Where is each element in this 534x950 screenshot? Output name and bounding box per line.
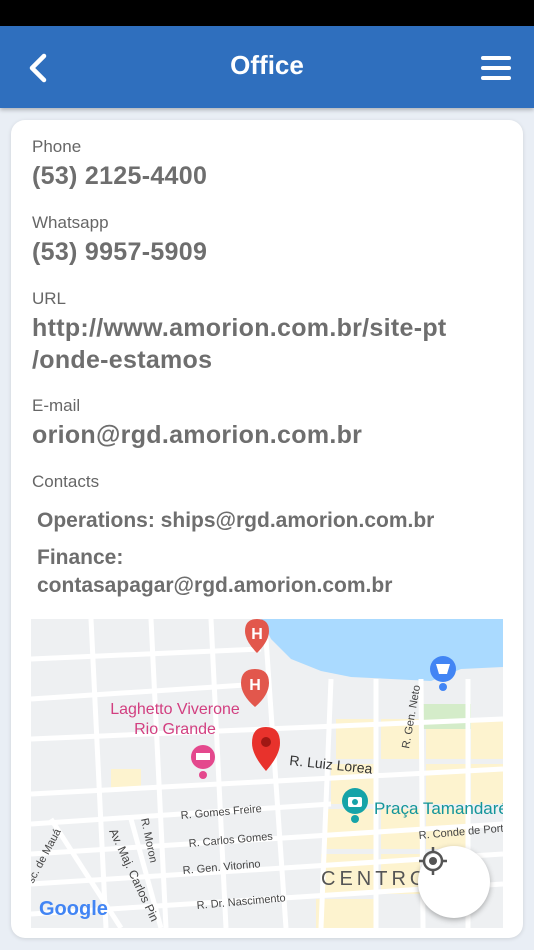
email-value[interactable]: orion@rgd.amorion.com.br bbox=[32, 419, 502, 451]
contacts-label: Contacts bbox=[32, 472, 100, 491]
office-map[interactable]: H H Laghetto Viverone Rio Grande Praça T… bbox=[31, 619, 503, 928]
google-logo: Google bbox=[39, 898, 108, 920]
poi-hotel-label-line1: Laghetto Viverone bbox=[110, 701, 240, 718]
office-info-card: Phone (53) 2125-4400 Whatsapp (53) 9957-… bbox=[11, 120, 523, 938]
poi-hotel-label-line2: Rio Grande bbox=[134, 721, 216, 738]
page-title: Office bbox=[230, 50, 304, 80]
crosshair-icon bbox=[419, 847, 447, 875]
email-label: E-mail bbox=[32, 396, 81, 415]
url-value-line1: http://www.amorion.com.br/site-pt bbox=[32, 314, 447, 342]
menu-button[interactable] bbox=[478, 50, 514, 86]
app-bar: Office bbox=[0, 26, 534, 108]
status-bar bbox=[0, 0, 534, 26]
whatsapp-label: Whatsapp bbox=[32, 213, 109, 232]
contact-operations[interactable]: Operations: ships@rgd.amorion.com.br bbox=[37, 507, 507, 535]
hamburger-menu-icon bbox=[481, 56, 511, 80]
url-label: URL bbox=[32, 289, 67, 308]
map-park bbox=[421, 704, 471, 729]
url-value-line2: /onde-estamos bbox=[32, 346, 213, 374]
area-label: CENTRO bbox=[321, 868, 429, 890]
my-location-button[interactable] bbox=[418, 846, 490, 918]
contact-finance[interactable]: Finance: contasapagar@rgd.amorion.com.br bbox=[37, 544, 507, 600]
phone-value[interactable]: (53) 2125-4400 bbox=[32, 160, 502, 192]
contact-finance-email: contasapagar@rgd.amorion.com.br bbox=[37, 574, 393, 597]
poi-square-label: Praça Tamandaré bbox=[374, 799, 503, 818]
contact-finance-label: Finance: bbox=[37, 546, 124, 569]
url-value[interactable]: http://www.amorion.com.br/site-pt /onde-… bbox=[32, 312, 502, 376]
whatsapp-value[interactable]: (53) 9957-5909 bbox=[32, 236, 502, 268]
svg-text:H: H bbox=[251, 626, 263, 643]
phone-label: Phone bbox=[32, 137, 82, 156]
svg-text:H: H bbox=[249, 677, 261, 694]
